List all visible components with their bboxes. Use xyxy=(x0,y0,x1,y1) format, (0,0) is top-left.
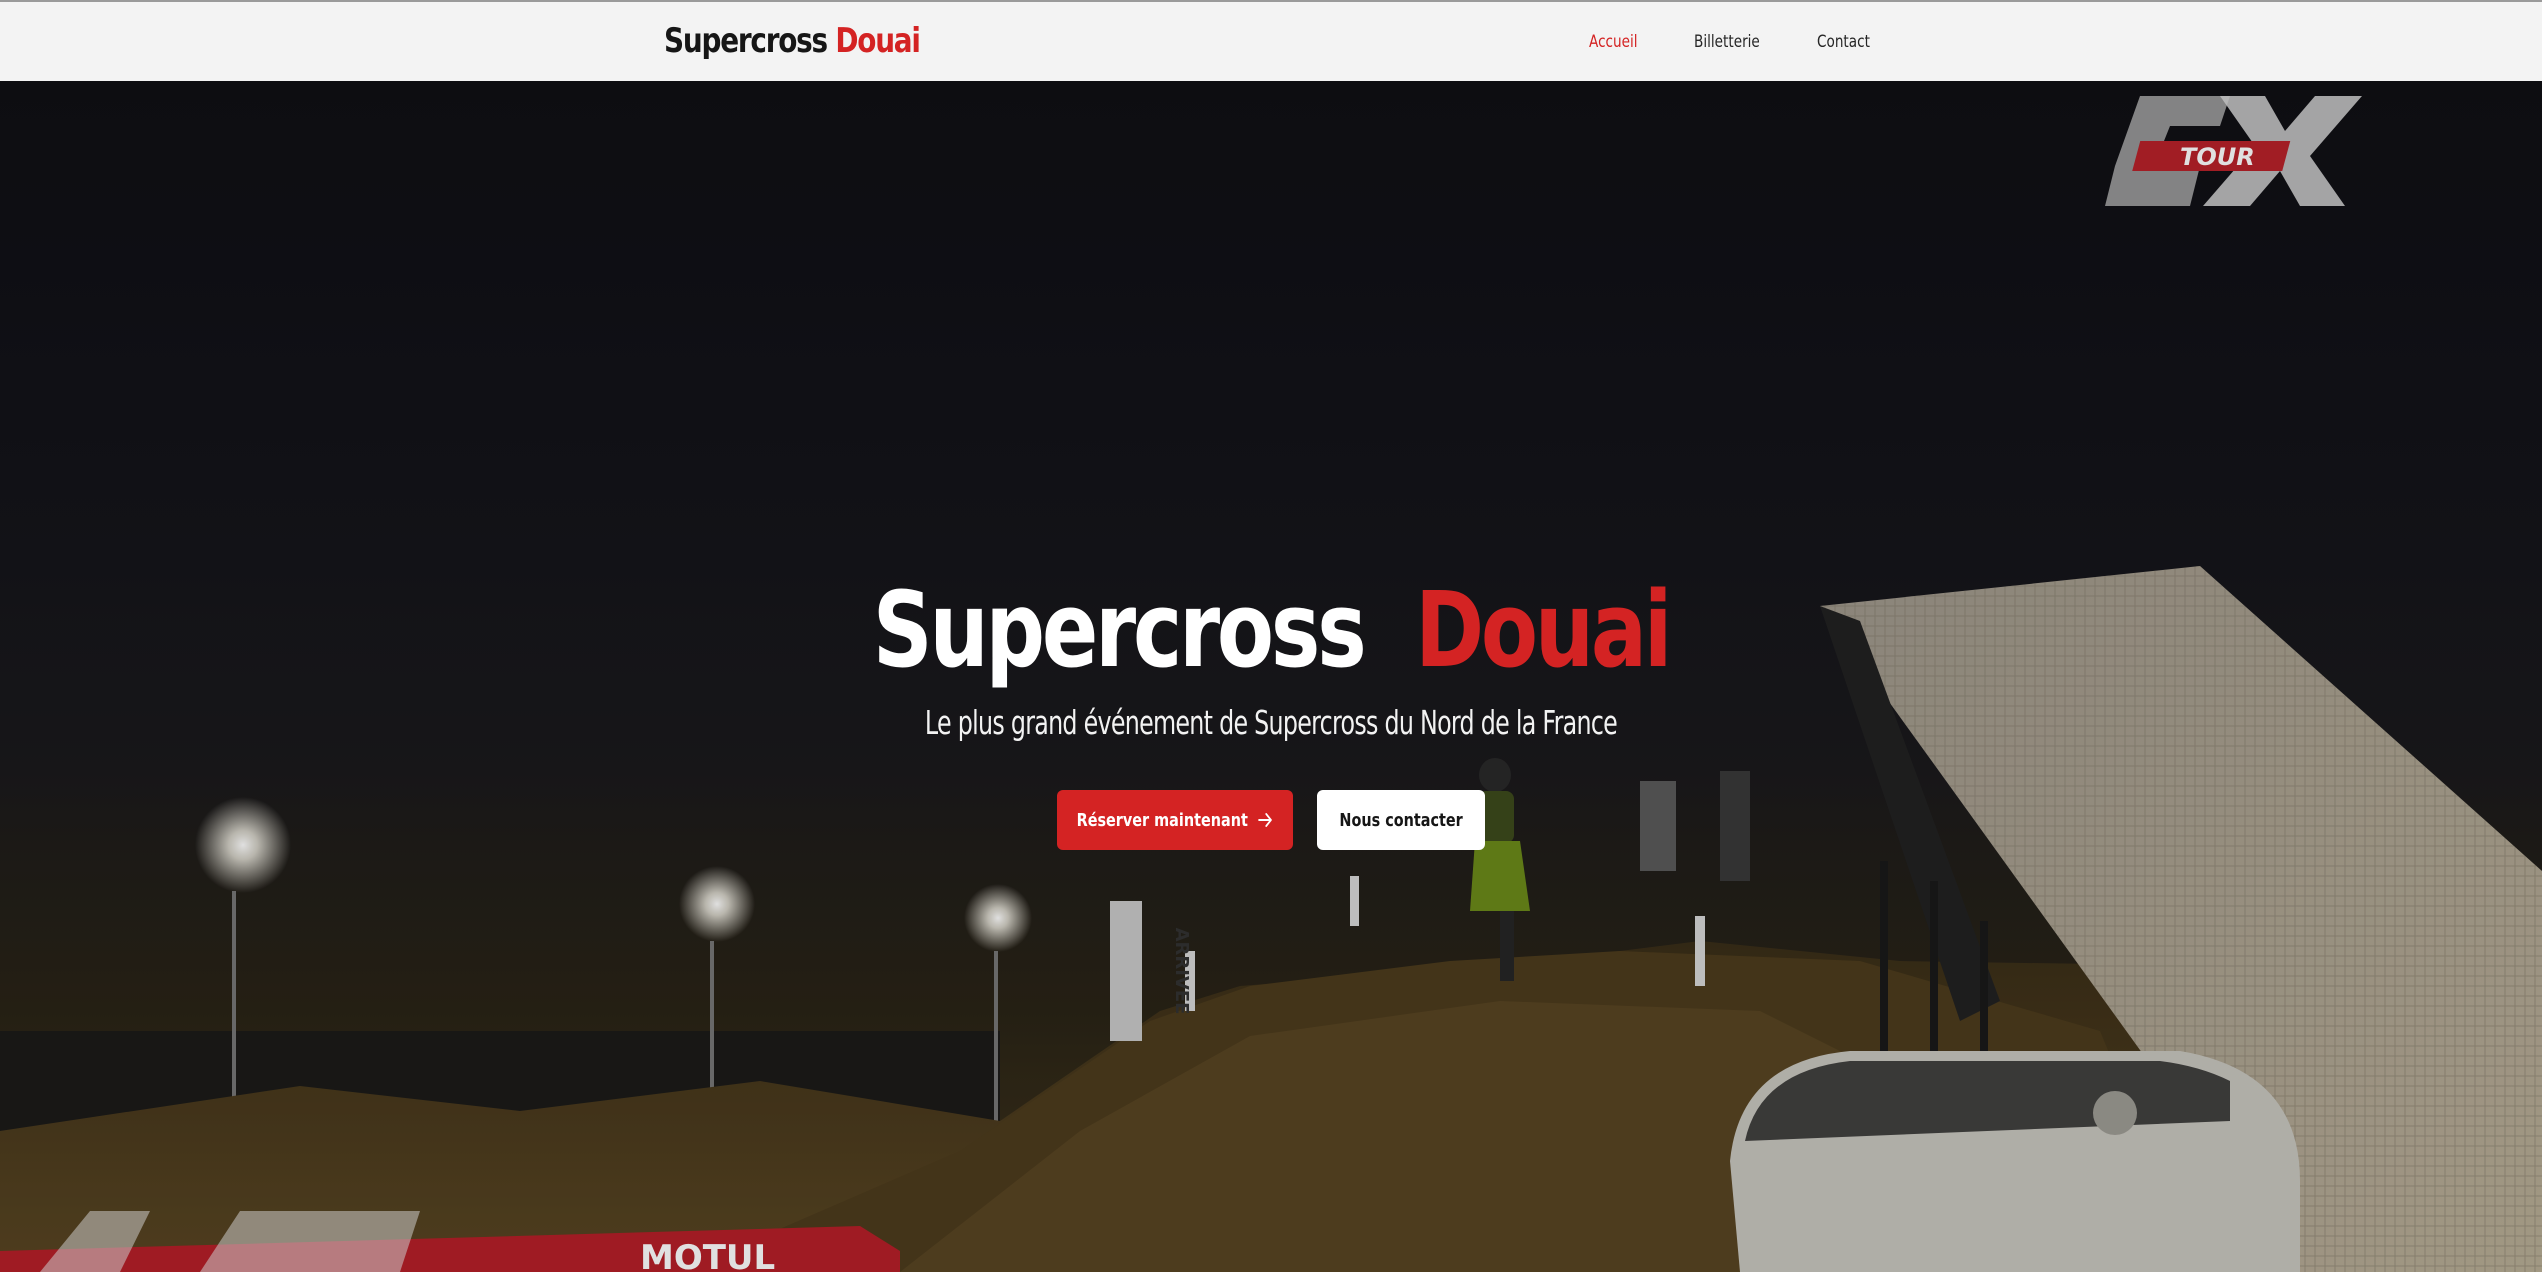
book-now-button[interactable]: Réserver maintenant xyxy=(1057,790,1293,850)
hero-section: ARRIVEE MOTUL TOUR Supercross Douai Le p… xyxy=(0,81,2542,1272)
hero-title: Supercross Douai xyxy=(254,578,2288,682)
book-now-button-content: Réserver maintenant xyxy=(1077,810,1274,831)
brand-name: Supercross xyxy=(664,21,828,61)
nav-link-billetterie[interactable]: Billetterie xyxy=(1694,32,1760,52)
nav-link-accueil[interactable]: Accueil xyxy=(1589,32,1638,52)
book-now-button-label: Réserver maintenant xyxy=(1076,809,1248,831)
hero-title-accent: Douai xyxy=(1415,569,1672,691)
arrow-right-icon xyxy=(1258,813,1272,827)
hero-title-main: Supercross xyxy=(872,569,1367,691)
navbar: Supercross Douai Accueil Billetterie Con… xyxy=(0,0,2542,81)
contact-us-button-label: Nous contacter xyxy=(1339,809,1463,831)
page: Supercross Douai Accueil Billetterie Con… xyxy=(0,0,2542,1272)
brand-logo[interactable]: Supercross Douai xyxy=(664,21,921,61)
contact-us-button-content: Nous contacter xyxy=(1339,810,1462,831)
contact-us-button[interactable]: Nous contacter xyxy=(1317,790,1485,850)
hero-subtitle: Le plus grand événement de Supercross du… xyxy=(924,703,1618,742)
brand-name-accent: Douai xyxy=(835,21,921,61)
nav-link-contact[interactable]: Contact xyxy=(1817,32,1870,52)
